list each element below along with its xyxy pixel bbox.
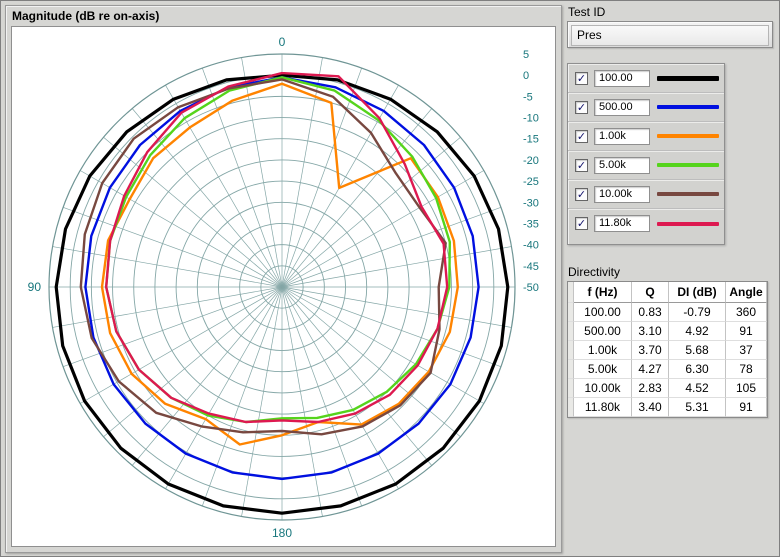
legend-frequency-value[interactable]: 100.00 [594, 69, 650, 87]
table-cell: 100.00 [574, 303, 632, 322]
table-row: 11.80k 3.40 5.31 91 [568, 398, 767, 417]
table-header-cell: DI (dB) [669, 282, 726, 303]
legend-frequency-value[interactable]: 11.80k [594, 215, 650, 232]
table-cell: 4.52 [669, 379, 726, 398]
radial-scale-label: -40 [523, 240, 539, 252]
legend-checkbox[interactable]: ✓ [575, 100, 588, 114]
legend-panel: ✓ 100.00 ✓ 500.00 ✓ 1.00k ✓ 5.00k ✓ 10.00k ✓ 11.80k [567, 63, 725, 245]
legend-frequency-value[interactable]: 10.00k [594, 185, 650, 203]
test-id-field[interactable]: Pres [567, 21, 773, 48]
angle-label: 0 [279, 35, 286, 49]
magnitude-plot-panel: Magnitude (dB re on-axis) 5 0 -5 -10 -15 -20 -… [5, 5, 562, 553]
legend-checkbox[interactable]: ✓ [575, 217, 588, 230]
table-header-cell: f (Hz) [574, 282, 632, 303]
radial-scale-label: -15 [523, 134, 539, 146]
legend-frequency-value[interactable]: 500.00 [594, 98, 650, 116]
table-cell: 37 [726, 341, 767, 360]
table-header-row: f (Hz) Q DI (dB) Angle [568, 282, 767, 303]
angle-label: 90 [28, 280, 42, 294]
table-cell: 4.92 [669, 322, 726, 341]
legend-checkbox[interactable]: ✓ [575, 71, 588, 85]
table-cell: 3.10 [632, 322, 669, 341]
polar-chart: 5 0 -5 -10 -15 -20 -25 -30 -35 -40 -45 -50 0 90 180 [28, 35, 539, 540]
table-row: 100.00 0.83 -0.79 360 [568, 303, 767, 322]
legend-line-sample [657, 75, 719, 81]
series-11.80k [104, 71, 449, 424]
table-row: 5.00k 4.27 6.30 78 [568, 360, 767, 379]
table-row: 10.00k 2.83 4.52 105 [568, 379, 767, 398]
radial-scale-label: -35 [523, 218, 539, 230]
table-cell: 500.00 [574, 322, 632, 341]
directivity-label: Directivity [568, 265, 621, 279]
legend-frequency-value[interactable]: 5.00k [594, 156, 650, 174]
legend-row: ✓ 10.00k [568, 180, 724, 209]
legend-row: ✓ 11.80k [568, 209, 724, 238]
app-window: Magnitude (dB re on-axis) 5 0 -5 -10 -15 -20 -… [0, 0, 780, 557]
angle-label: 180 [272, 526, 292, 540]
table-cell: 3.70 [632, 341, 669, 360]
table-cell: -0.79 [669, 303, 726, 322]
legend-row: ✓ 5.00k [568, 151, 724, 180]
table-cell: 78 [726, 360, 767, 379]
legend-row: ✓ 500.00 [568, 93, 724, 122]
radial-scale-label: 5 [523, 49, 529, 61]
radial-scale-label: 0 [523, 70, 529, 82]
radial-scale-label: -45 [523, 261, 539, 273]
table-cell: 360 [726, 303, 767, 322]
radial-scale-label: -50 [523, 282, 539, 294]
series-1.00k [100, 82, 459, 446]
table-cell: 1.00k [574, 341, 632, 360]
radial-scale-label: -20 [523, 155, 539, 167]
table-cell: 6.30 [669, 360, 726, 379]
table-cell: 5.00k [574, 360, 632, 379]
table-cell: 91 [726, 398, 767, 417]
table-cell: 10.00k [574, 379, 632, 398]
legend-checkbox[interactable]: ✓ [575, 187, 588, 201]
polar-plot-area: 5 0 -5 -10 -15 -20 -25 -30 -35 -40 -45 -50 0 90 180 [11, 26, 556, 547]
legend-checkbox[interactable]: ✓ [575, 129, 588, 143]
legend-row: ✓ 100.00 [568, 64, 724, 93]
legend-line-sample [657, 105, 719, 109]
radial-scale-label: -5 [523, 91, 533, 103]
legend-line-sample [657, 134, 719, 138]
test-id-label: Test ID [568, 5, 606, 19]
directivity-table: f (Hz) Q DI (dB) Angle 100.00 0.83 -0.79 360 500… [567, 281, 768, 418]
table-cell: 5.68 [669, 341, 726, 360]
table-cell: 4.27 [632, 360, 669, 379]
legend-row: ✓ 1.00k [568, 122, 724, 151]
plot-title: Magnitude (dB re on-axis) [12, 9, 160, 23]
test-id-value[interactable]: Pres [571, 25, 769, 46]
legend-line-sample [657, 163, 719, 167]
legend-line-sample [657, 221, 719, 226]
radial-scale-label: -30 [523, 197, 539, 209]
table-cell: 105 [726, 379, 767, 398]
table-header-cell: Q [632, 282, 669, 303]
radial-scale-label: -25 [523, 176, 539, 188]
legend-frequency-value[interactable]: 1.00k [594, 127, 650, 145]
table-cell: 91 [726, 322, 767, 341]
table-cell: 0.83 [632, 303, 669, 322]
legend-checkbox[interactable]: ✓ [575, 158, 588, 172]
radial-scale-label: -10 [523, 113, 539, 125]
table-row: 500.00 3.10 4.92 91 [568, 322, 767, 341]
table-header-cell: Angle [726, 282, 767, 303]
table-cell: 5.31 [669, 398, 726, 417]
table-cell: 11.80k [574, 398, 632, 417]
table-cell: 2.83 [632, 379, 669, 398]
table-row: 1.00k 3.70 5.68 37 [568, 341, 767, 360]
legend-line-sample [657, 192, 719, 196]
table-cell: 3.40 [632, 398, 669, 417]
